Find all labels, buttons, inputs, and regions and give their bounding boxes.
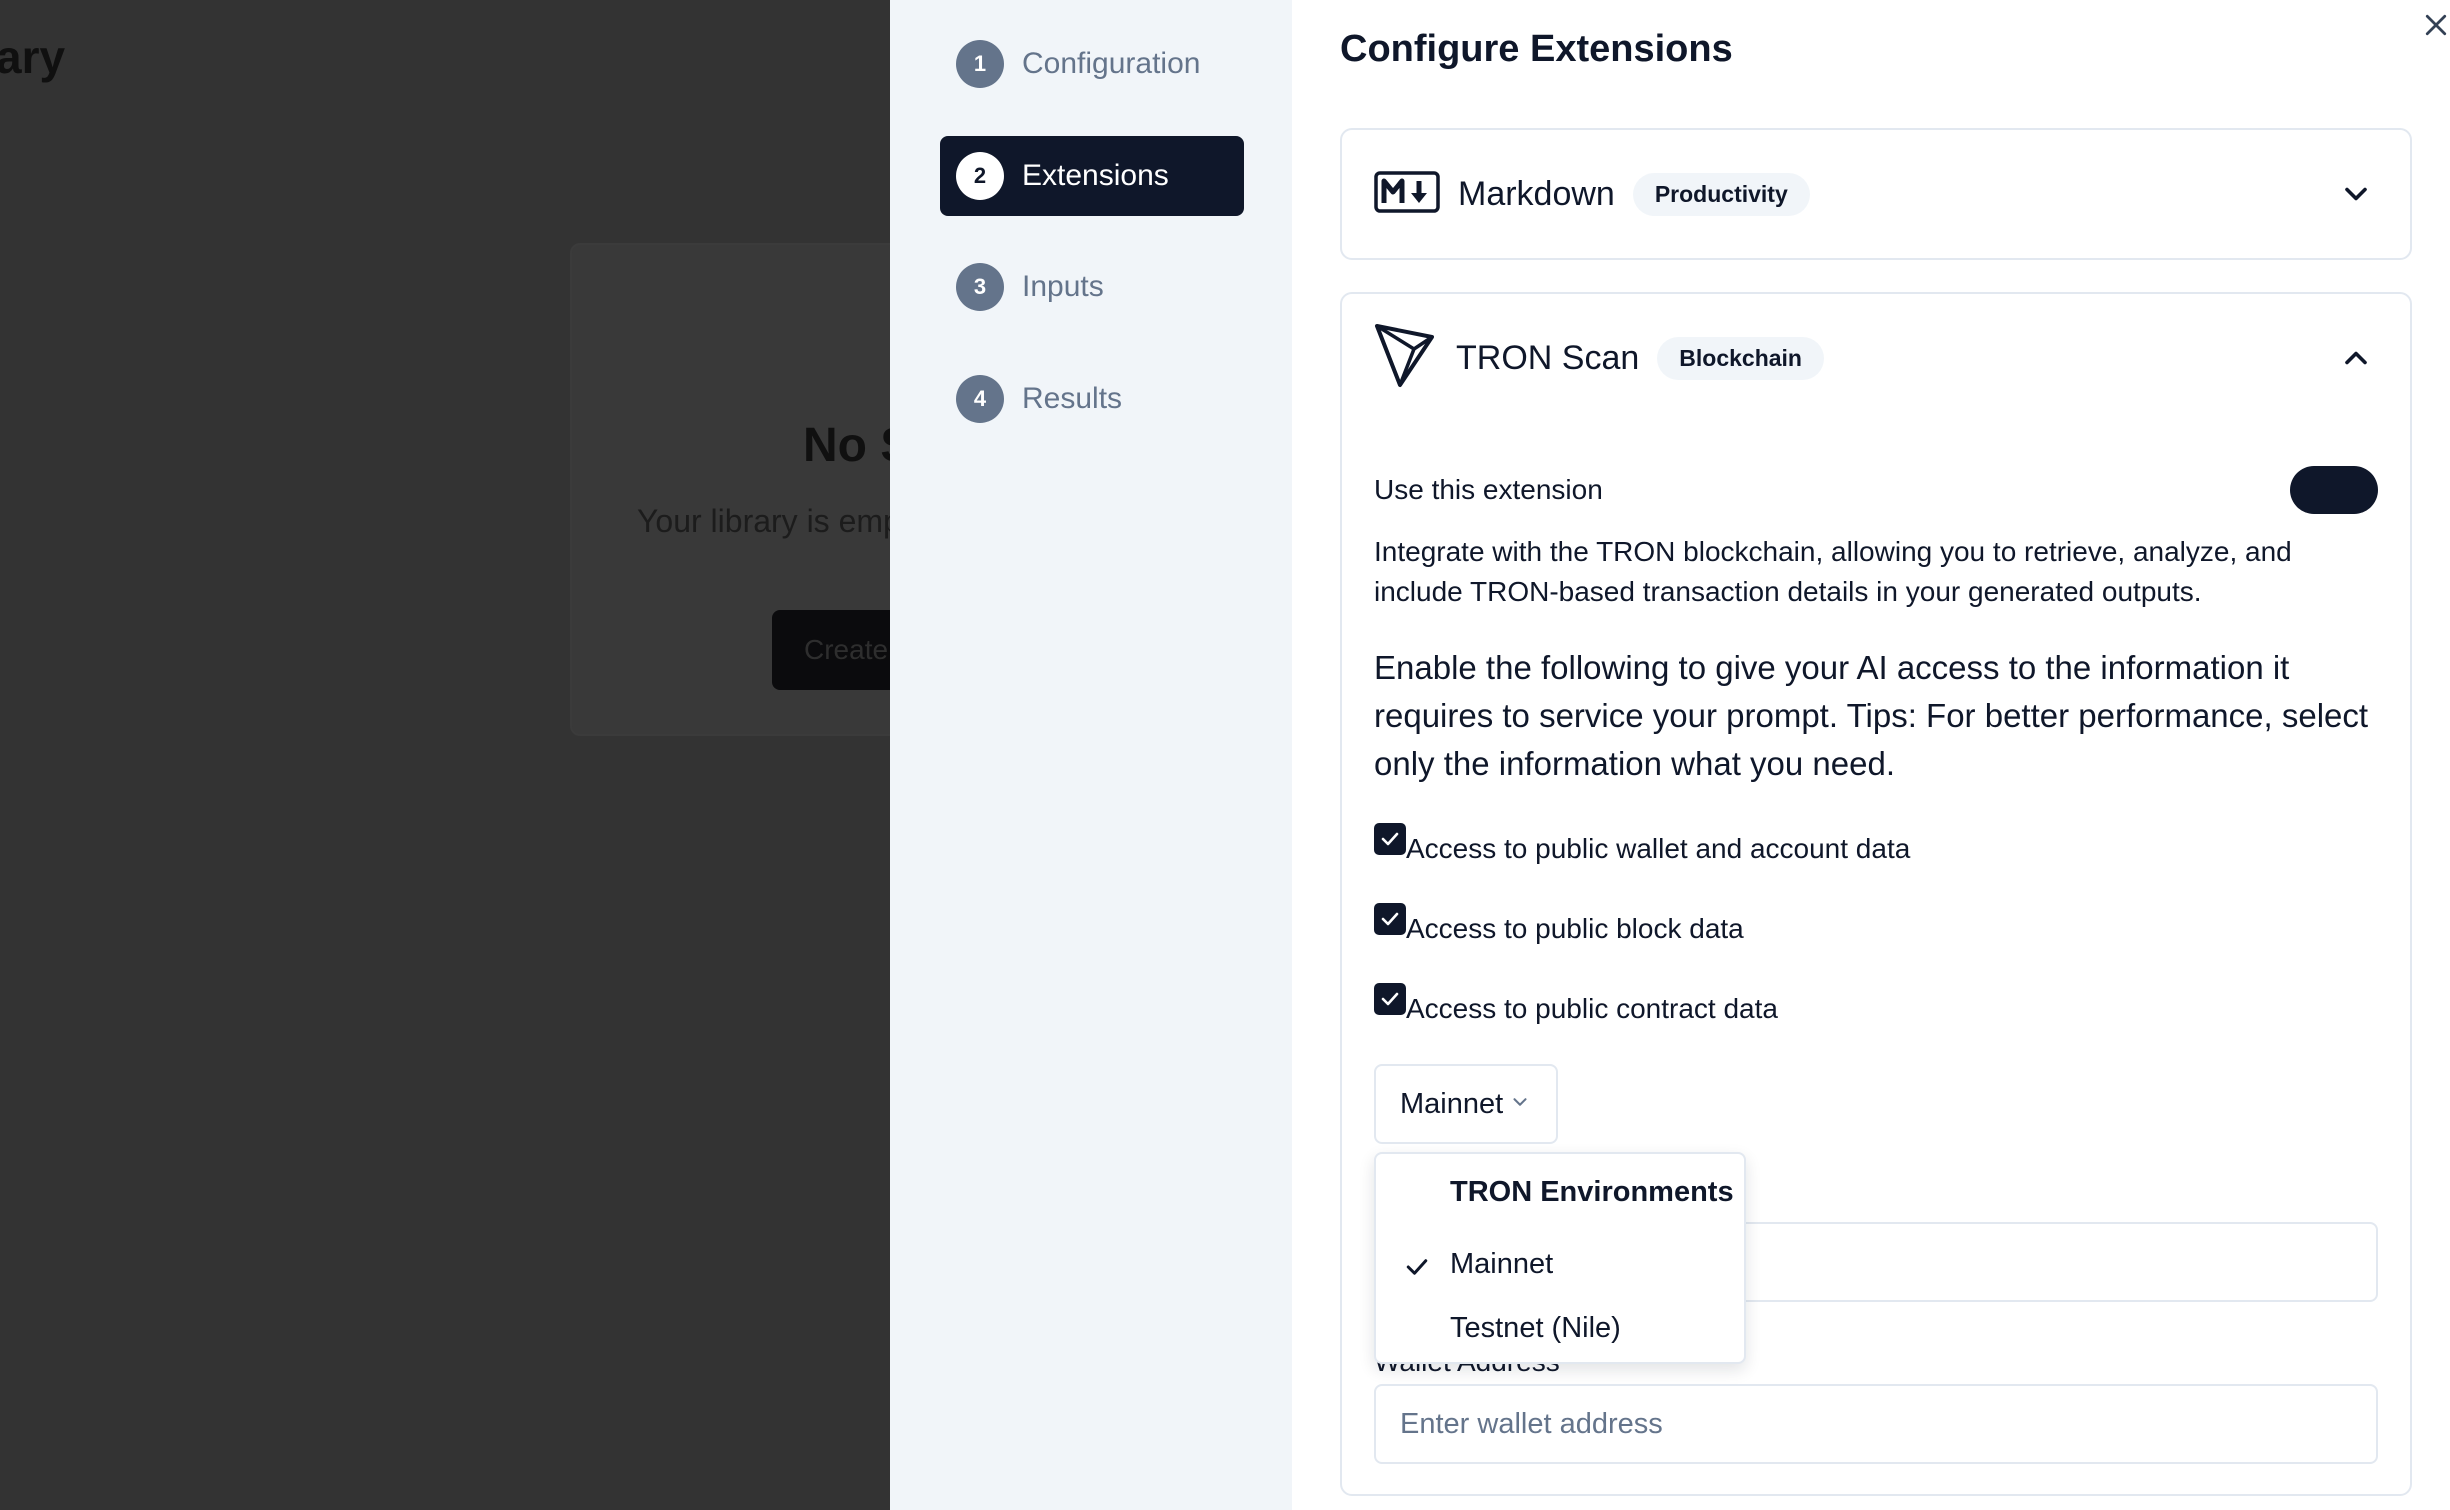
markdown-logo-icon (1374, 170, 1440, 218)
chevron-down-icon (1503, 1088, 1531, 1121)
chevron-up-icon[interactable] (2338, 340, 2374, 376)
category-badge: Productivity (1632, 172, 1810, 216)
dropdown-option-mainnet[interactable]: Mainnet (1376, 1238, 1744, 1298)
checkbox-label: Access to public wallet and account data (1406, 833, 1911, 864)
extension-name: Markdown (1458, 174, 1615, 213)
permission-contract-row[interactable]: Access to public contract data (1374, 983, 1778, 1025)
step-label: Extensions (1022, 159, 1169, 192)
step-label: Results (1022, 382, 1123, 415)
step-extensions[interactable]: 2 Extensions (940, 136, 1244, 216)
use-extension-toggle[interactable] (2290, 466, 2378, 514)
category-badge: Blockchain (1657, 336, 1824, 380)
checkbox[interactable] (1374, 983, 1406, 1015)
step-number: 2 (956, 152, 1004, 200)
checkbox[interactable] (1374, 903, 1406, 935)
environment-select[interactable]: Mainnet (1374, 1064, 1558, 1144)
checkbox[interactable] (1374, 823, 1406, 855)
checkbox-label: Access to public contract data (1406, 993, 1778, 1024)
markdown-extension-card: Markdown Productivity (1340, 128, 2412, 260)
chevron-down-icon[interactable] (2338, 176, 2374, 212)
checkbox-label: Access to public block data (1406, 913, 1744, 944)
use-extension-row: Use this extension (1374, 464, 2378, 514)
close-icon[interactable] (2416, 8, 2450, 48)
permission-wallet-row[interactable]: Access to public wallet and account data (1374, 823, 1910, 865)
use-extension-label: Use this extension (1374, 474, 1603, 505)
extensions-content: Configure Extensions Markdown Productivi… (1292, 0, 2450, 1510)
tron-logo-icon (1374, 323, 1438, 394)
step-label: Configuration (1022, 47, 1201, 80)
tron-extension-header[interactable]: TRON Scan Blockchain (1374, 294, 1824, 422)
panel-title: Configure Extensions (1340, 28, 1733, 70)
step-number: 4 (956, 375, 1004, 423)
background-page-title: ary (0, 31, 66, 83)
markdown-extension-header[interactable]: Markdown Productivity (1374, 130, 1810, 258)
extension-description: Integrate with the TRON blockchain, allo… (1374, 536, 2292, 607)
tron-extension-card: TRON Scan Blockchain Use this extension … (1340, 292, 2412, 1496)
dropdown-option-testnet[interactable]: Testnet (Nile) (1376, 1302, 1744, 1362)
step-configuration[interactable]: 1 Configuration (940, 24, 1244, 104)
dropdown-heading: TRON Environments (1450, 1176, 1734, 1208)
steps-sidebar: 1 Configuration 2 Extensions 3 Inputs 4 … (890, 0, 1292, 1510)
extension-name: TRON Scan (1456, 338, 1640, 377)
permission-block-row[interactable]: Access to public block data (1374, 903, 1744, 945)
dropdown-option-label: Mainnet (1450, 1248, 1554, 1280)
step-number: 3 (956, 263, 1004, 311)
environment-select-value: Mainnet (1400, 1087, 1504, 1120)
step-number: 1 (956, 40, 1004, 88)
step-label: Inputs (1022, 270, 1104, 303)
step-inputs[interactable]: 3 Inputs (940, 247, 1244, 327)
dropdown-option-label: Testnet (Nile) (1450, 1312, 1621, 1344)
configure-drawer: 1 Configuration 2 Extensions 3 Inputs 4 … (890, 0, 2450, 1510)
background-empty-subtext: Your library is emp (637, 503, 901, 539)
environment-dropdown-menu: TRON Environments Mainnet Testnet (Nile) (1374, 1152, 1746, 1364)
step-results[interactable]: 4 Results (940, 359, 1244, 439)
check-icon (1402, 1252, 1432, 1287)
enable-instructions: Enable the following to give your AI acc… (1374, 649, 2369, 782)
wallet-address-input[interactable] (1374, 1384, 2378, 1464)
